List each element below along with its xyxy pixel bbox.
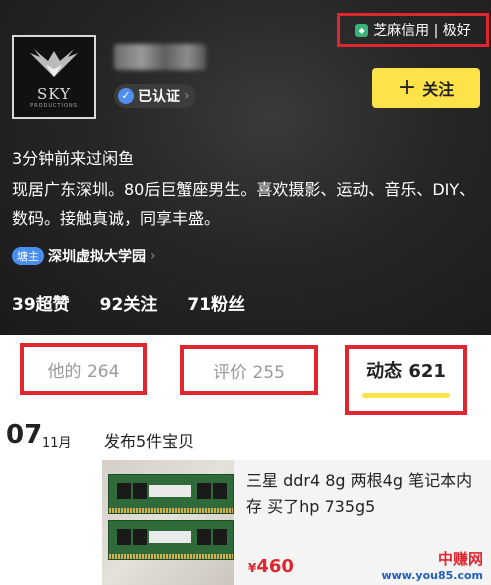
tab-reviews[interactable]: 评价 255 [180,345,318,395]
sesame-credit-icon: ◆ [355,23,369,37]
follow-label: 关注 [422,80,455,99]
verified-badge[interactable]: ✓ 已认证 › [114,84,196,108]
avatar[interactable]: SKY PRODUCTIONS [12,35,96,119]
feed-post-title: 发布5件宝贝 [104,432,195,451]
tab-his-label: 他的 264 [47,361,120,382]
ram-stick-image [108,474,234,514]
verified-label: 已认证 [138,89,180,105]
tab-reviews-label: 评价 255 [213,362,285,383]
profile-header: SKY PRODUCTIONS ✓ 已认证 › ◆ 芝麻信用 | 极好 + 关注… [0,0,491,335]
price-value: 460 [256,556,294,577]
feed-date-day: 07 [6,420,43,450]
eagle-logo-icon [30,49,78,77]
site-watermark: 中赚网 www.you85.com [381,548,483,582]
avatar-logo-text: SKY [37,85,71,103]
credit-label: 芝麻信用 | 极好 [373,23,471,39]
shield-check-icon: ✓ [118,88,134,104]
stats-row: 39超赞 92关注 71粉丝 [12,290,245,315]
active-tab-underline [362,392,450,398]
following-count[interactable]: 92关注 [100,290,158,315]
followers-count[interactable]: 71粉丝 [187,290,245,315]
community-name: 深圳虚拟大学园 [48,249,146,265]
bio-text: 现居广东深圳。80后巨蟹座男生。喜欢摄影、运动、音乐、DIY、数码。接触真诚，同… [12,180,476,228]
likes-count[interactable]: 39超赞 [12,290,70,315]
item-price: ¥460 [248,556,294,577]
item-image[interactable] [102,460,234,585]
ram-stick-image [108,520,234,560]
tab-feed[interactable]: 动态 621 [345,345,467,415]
watermark-url: www.you85.com [381,569,483,582]
sesame-credit-badge[interactable]: ◆ 芝麻信用 | 极好 [337,13,489,47]
pond-owner-badge: 塘主 [12,247,44,265]
username-blurred [114,44,206,70]
follow-button[interactable]: + 关注 [372,68,480,108]
item-description: 三星 ddr4 8g 两根4g 笔记本内存 买了hp 735g5 [246,471,473,516]
avatar-logo-subtext: PRODUCTIONS [30,103,78,109]
plus-icon: + [397,75,417,100]
chevron-right-icon: › [150,248,156,264]
feed-date-month: 11月 [42,436,72,451]
tab-his-items[interactable]: 他的 264 [20,343,147,395]
last-seen-text: 3分钟前来过闲鱼 [12,149,135,168]
chevron-right-icon: › [184,88,190,104]
watermark-site-name: 中赚网 [437,550,483,568]
tab-feed-label: 动态 621 [366,360,446,382]
community-tag[interactable]: 塘主 深圳虚拟大学园 › [12,245,156,267]
